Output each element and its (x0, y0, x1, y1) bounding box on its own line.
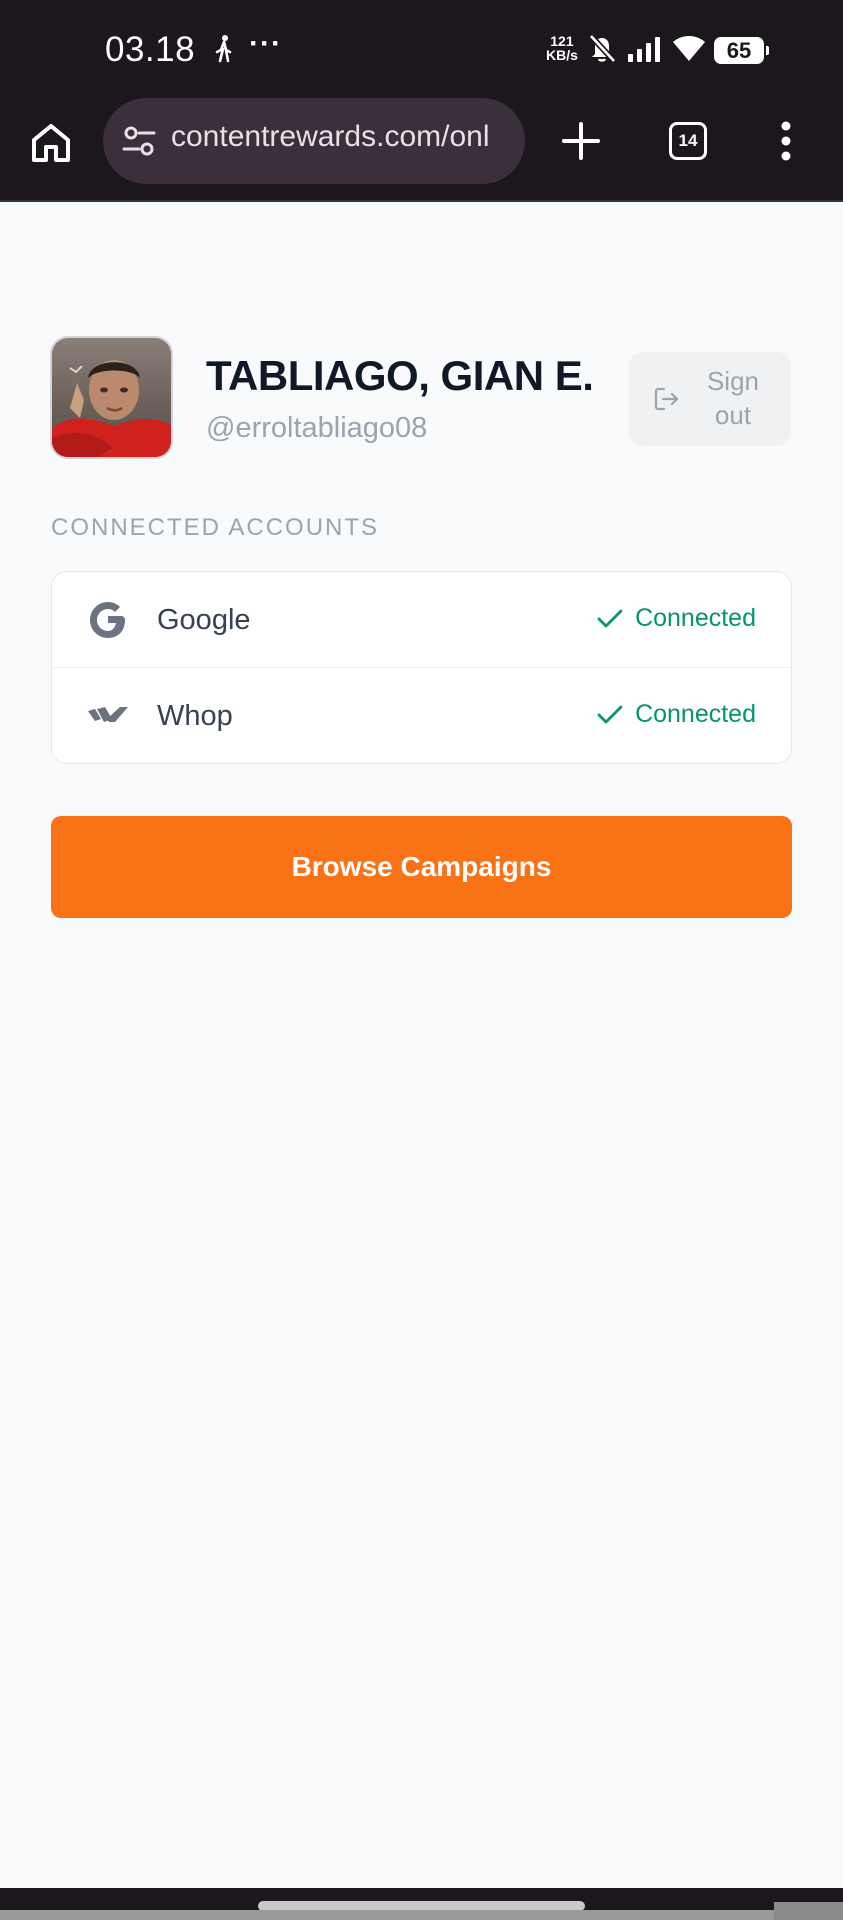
google-icon (87, 599, 129, 641)
check-icon (597, 609, 623, 627)
sign-out-icon (654, 386, 680, 417)
overflow-menu-icon[interactable] (778, 120, 794, 167)
status-bar: 03.18 ··· 121 KB/s 65 (0, 0, 843, 98)
tab-switcher-button[interactable]: 14 (669, 122, 707, 160)
browse-campaigns-button[interactable]: Browse Campaigns (51, 816, 792, 918)
account-row-google: Google Connected (52, 572, 791, 668)
connection-status: Connected (597, 700, 756, 729)
walking-icon (214, 34, 234, 69)
nav-bar-corner (774, 1902, 843, 1920)
connected-accounts-list: Google Connected Whop Connected (51, 571, 792, 764)
sign-out-button[interactable]: Sign out (629, 352, 791, 446)
whop-icon (87, 695, 129, 737)
muted-bell-icon (586, 32, 618, 69)
url-text[interactable]: contentrewards.com/onl (171, 120, 511, 154)
connected-accounts-heading: CONNECTED ACCOUNTS (51, 514, 380, 541)
check-icon (597, 705, 623, 723)
signal-icon (627, 36, 663, 67)
connection-status-label: Connected (635, 604, 756, 632)
more-notifications-icon: ··· (249, 27, 282, 60)
profile-handle: @erroltabliago08 (206, 412, 428, 444)
browser-toolbar: contentrewards.com/onl 14 (0, 98, 843, 202)
account-name: Google (157, 604, 251, 636)
new-tab-icon[interactable] (560, 120, 602, 167)
account-row-whop: Whop Connected (52, 668, 791, 763)
sign-out-label: Sign out (706, 366, 760, 430)
avatar (50, 336, 173, 459)
home-icon[interactable] (28, 120, 74, 166)
connection-status: Connected (597, 604, 756, 633)
network-speed: 121 KB/s (546, 33, 578, 63)
address-bar[interactable]: contentrewards.com/onl (103, 98, 525, 184)
nav-bar-edge (0, 1910, 843, 1920)
battery-indicator: 65 (714, 37, 769, 64)
connection-status-label: Connected (635, 700, 756, 728)
site-settings-icon[interactable] (121, 123, 157, 164)
account-name: Whop (157, 700, 233, 732)
status-time: 03.18 (105, 30, 196, 69)
profile-name: TABLIAGO, GIAN E... (206, 352, 594, 399)
wifi-icon (672, 34, 706, 67)
